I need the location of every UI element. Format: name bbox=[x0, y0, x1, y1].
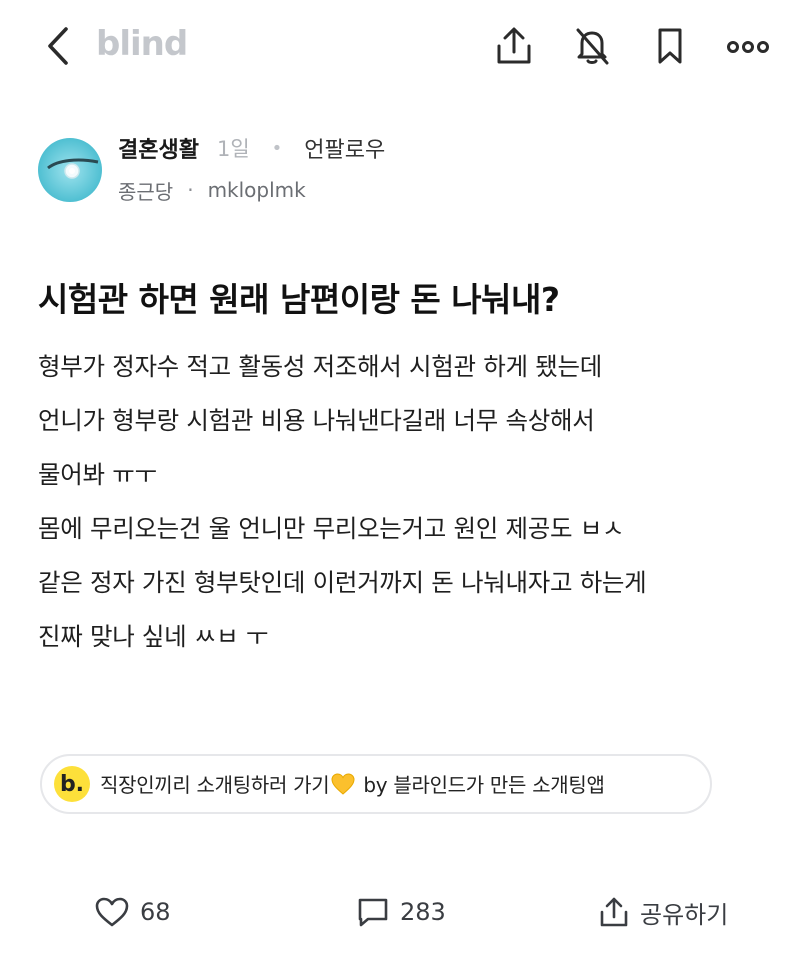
heart-outline-icon bbox=[94, 896, 130, 928]
channel-name[interactable]: 결혼생활 bbox=[118, 132, 199, 164]
more-horizontal-icon bbox=[726, 39, 770, 58]
post-time: 1일 bbox=[216, 137, 250, 161]
author-nickname: mkloplmk bbox=[207, 178, 306, 202]
share-post-button[interactable] bbox=[492, 24, 536, 72]
blind-badge-icon: b. bbox=[54, 766, 90, 802]
post-body-line: 같은 정자 가진 형부탓인데 이런거까지 돈 나눠내자고 하는게 bbox=[38, 568, 647, 597]
chevron-left-icon bbox=[46, 26, 70, 70]
upload-icon bbox=[495, 26, 533, 70]
post-body-line: 언니가 형부랑 시험관 비용 나눠낸다길래 너무 속상해서 bbox=[38, 406, 595, 435]
bookmark-button[interactable] bbox=[648, 24, 692, 72]
like-count: 68 bbox=[140, 898, 171, 926]
share-label: 공유하기 bbox=[640, 900, 729, 929]
share-button[interactable]: 공유하기 bbox=[598, 880, 728, 944]
top-bar: blind bbox=[0, 0, 800, 100]
promo-text-main: 직장인끼리 소개팅하러 가기 bbox=[100, 772, 330, 797]
comment-count: 283 bbox=[400, 898, 446, 926]
unfollow-button[interactable]: 언팔로우 bbox=[304, 132, 385, 164]
separator-middot: · bbox=[187, 178, 194, 202]
comment-button[interactable]: 283 bbox=[356, 880, 446, 944]
like-button[interactable]: 68 bbox=[94, 880, 171, 944]
top-actions bbox=[492, 24, 770, 72]
company-name[interactable]: 종근당 bbox=[118, 176, 173, 205]
back-button[interactable] bbox=[38, 26, 78, 70]
separator-dot: • bbox=[271, 137, 283, 159]
author-line-1: 결혼생활 1일 • 언팔로우 bbox=[118, 132, 385, 164]
post-body-line: 몸에 무리오는건 울 언니만 무리오는거고 원인 제공도 ㅂㅅ bbox=[38, 514, 625, 543]
post-body-line: 진짜 맞나 싶네 ㅆㅂ ㅜ bbox=[38, 622, 269, 651]
bell-off-icon bbox=[573, 26, 611, 70]
bookmark-icon bbox=[655, 26, 685, 70]
blind-logo: blind bbox=[96, 24, 188, 64]
more-options-button[interactable] bbox=[726, 24, 770, 72]
author-info: 결혼생활 1일 • 언팔로우 종근당 · mkloplmk bbox=[38, 132, 758, 212]
post-body: 형부가 정자수 적고 활동성 저조해서 시험관 하게 됐는데 언니가 형부랑 시… bbox=[38, 340, 768, 664]
dating-app-promo-banner[interactable]: b. 직장인끼리 소개팅하러 가기 by 블라인드가 만든 소개팅앱 bbox=[40, 754, 712, 814]
yellow-heart-icon bbox=[331, 772, 355, 800]
post-body-line: 물어봐 ㅠㅜ bbox=[38, 460, 157, 489]
post-body-line: 형부가 정자수 적고 활동성 저조해서 시험관 하게 됐는데 bbox=[38, 352, 602, 381]
mute-notifications-button[interactable] bbox=[570, 24, 614, 72]
post-actions-bar: 68 283 공유하기 bbox=[0, 880, 800, 944]
promo-text: 직장인끼리 소개팅하러 가기 by 블라인드가 만든 소개팅앱 bbox=[100, 769, 605, 800]
promo-text-sub: by 블라인드가 만든 소개팅앱 bbox=[357, 772, 605, 797]
share-icon bbox=[598, 896, 630, 928]
author-line-2: 종근당 · mkloplmk bbox=[118, 174, 306, 206]
post-title: 시험관 하면 원래 남편이랑 돈 나눠내? bbox=[38, 280, 560, 319]
avatar[interactable] bbox=[38, 138, 102, 202]
comment-icon bbox=[356, 896, 390, 928]
